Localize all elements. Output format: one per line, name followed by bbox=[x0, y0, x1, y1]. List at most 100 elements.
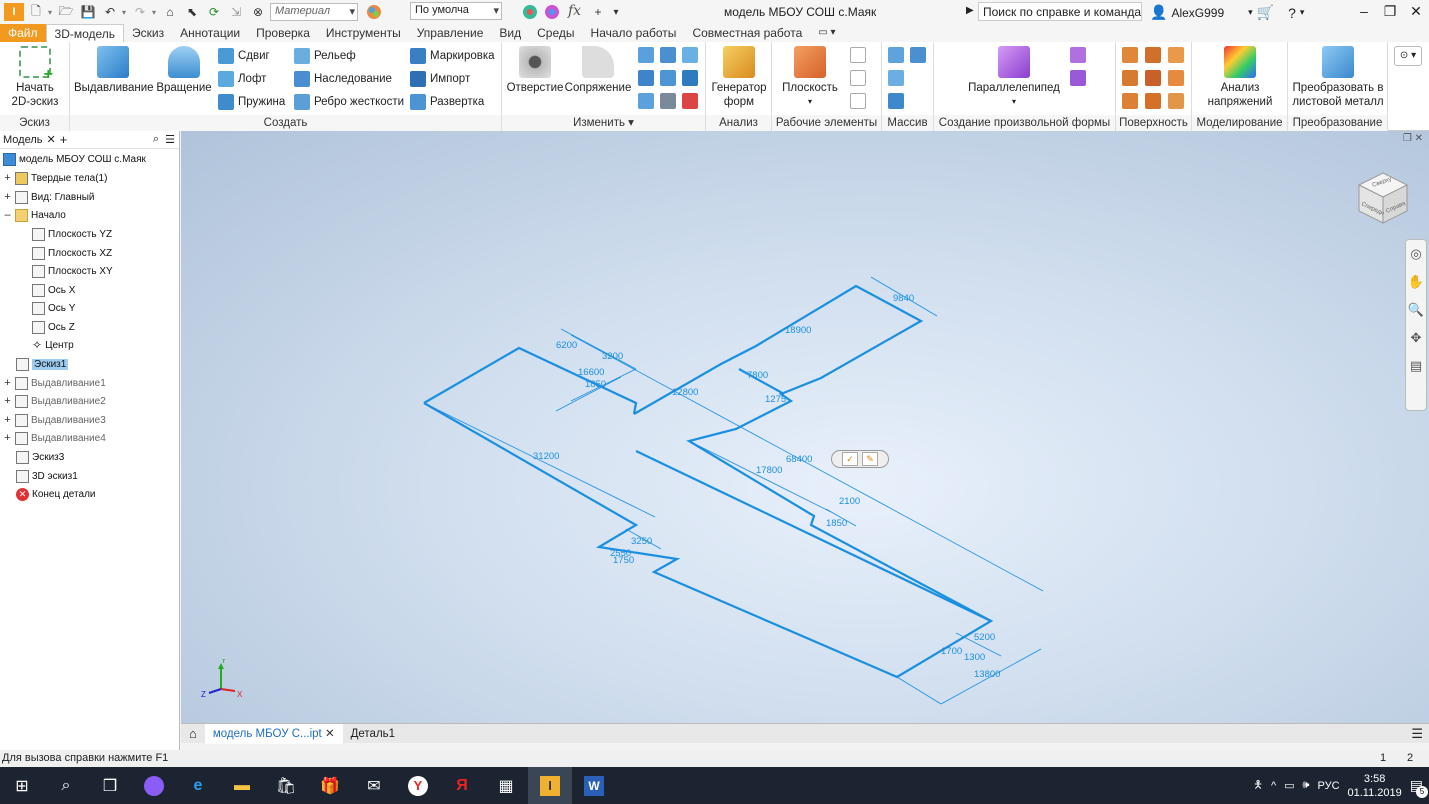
ruled-icon[interactable] bbox=[1168, 70, 1184, 86]
mail-icon[interactable]: ✉ bbox=[352, 767, 396, 804]
explorer-icon[interactable]: ▬ bbox=[220, 767, 264, 804]
undo-icon[interactable]: ↶ bbox=[100, 3, 120, 21]
tab-file[interactable]: Файл bbox=[0, 24, 46, 42]
new-file-icon[interactable]: 🗋 bbox=[26, 3, 46, 21]
expand-icon[interactable]: + bbox=[3, 377, 12, 389]
user-account[interactable]: 👤 AlexG999 ▾ 🛒 ? ▾ bbox=[1150, 4, 1304, 21]
help-icon[interactable]: ? bbox=[1288, 5, 1296, 21]
expand-icon[interactable]: + bbox=[3, 172, 12, 184]
store-icon[interactable]: 🛍 bbox=[264, 767, 308, 804]
material-select[interactable]: Материал bbox=[270, 3, 358, 21]
volume-icon[interactable]: 🕪 bbox=[1303, 779, 1310, 792]
tab-collaborate[interactable]: Совместная работа bbox=[684, 24, 810, 42]
collapse-icon[interactable]: – bbox=[3, 209, 12, 221]
open-file-icon[interactable]: 🗁 bbox=[56, 3, 76, 21]
thread-icon[interactable] bbox=[638, 70, 654, 86]
clear-override-icon[interactable] bbox=[542, 3, 562, 21]
rib-button[interactable]: Ребро жесткости bbox=[294, 92, 404, 112]
combine-icon[interactable] bbox=[682, 70, 698, 86]
delete-face-icon[interactable] bbox=[682, 93, 698, 109]
tab-3d-model[interactable]: 3D-модель bbox=[45, 24, 125, 42]
zoom-icon[interactable]: 🔍 bbox=[1406, 296, 1426, 324]
tree-item-origin[interactable]: – Начало bbox=[3, 206, 66, 224]
tree-item-axis-z[interactable]: Ось Z bbox=[32, 318, 75, 336]
tree-item-end-of-part[interactable]: ✕ Конец детали bbox=[16, 485, 96, 503]
tree-item-plane-xz[interactable]: Плоскость XZ bbox=[32, 244, 112, 262]
minimize-icon[interactable]: – bbox=[1351, 0, 1377, 22]
tree-item-sketch1[interactable]: Эскиз1 bbox=[16, 355, 69, 373]
undo-dropdown-icon[interactable]: ▾ bbox=[122, 8, 128, 17]
shell-icon[interactable] bbox=[660, 47, 676, 63]
orbit-icon[interactable]: ✥ bbox=[1406, 324, 1426, 352]
unwrap-button[interactable]: Развертка bbox=[410, 92, 484, 112]
box-button[interactable]: Параллелепипед ▾ bbox=[954, 46, 1074, 109]
convert-sheet-metal-button[interactable]: Преобразовать в листовой металл bbox=[1290, 46, 1386, 109]
tab-view[interactable]: Вид bbox=[491, 24, 529, 42]
tab-manage[interactable]: Управление bbox=[409, 24, 492, 42]
tab-sketch[interactable]: Эскиз bbox=[124, 24, 172, 42]
tree-item-plane-xy[interactable]: Плоскость XY bbox=[32, 262, 113, 280]
start-sketch-button[interactable]: + Начать 2D-эскиз bbox=[4, 46, 66, 109]
circ-pattern-icon[interactable] bbox=[888, 70, 904, 86]
doc-tab-model[interactable]: модель МБОУ С...ipt ✕ bbox=[204, 723, 343, 744]
ribbon-expand-icon[interactable]: ⊙ ▾ bbox=[1394, 46, 1422, 66]
help-search-input[interactable]: Поиск по справке и командам bbox=[978, 2, 1142, 21]
notifications-icon[interactable]: ▤ 5 bbox=[1410, 777, 1428, 798]
cortana-icon[interactable] bbox=[132, 767, 176, 804]
ucs-icon[interactable] bbox=[850, 93, 866, 109]
shape-generator-button[interactable]: Генератор форм bbox=[708, 46, 770, 109]
browser-search-icon[interactable]: ⌕ bbox=[153, 133, 159, 146]
browser-add-icon[interactable]: + bbox=[60, 132, 68, 147]
browser-tab-model[interactable]: Модель bbox=[3, 134, 42, 146]
doc-tab-close-icon[interactable]: ✕ bbox=[325, 728, 335, 740]
split-icon[interactable] bbox=[660, 70, 676, 86]
gift-icon[interactable]: 🎁 bbox=[308, 767, 352, 804]
plus-icon[interactable]: + bbox=[588, 3, 608, 21]
ribbon-options-icon[interactable]: ▭ ▾ bbox=[810, 24, 843, 42]
patch-icon[interactable] bbox=[1145, 47, 1161, 63]
sketch-pattern-icon[interactable] bbox=[888, 93, 904, 109]
select-icon[interactable]: ⬉ bbox=[182, 3, 202, 21]
import-button[interactable]: Импорт bbox=[410, 69, 470, 89]
appearance-select[interactable]: По умолча bbox=[410, 2, 502, 20]
no-icon[interactable]: ⊗ bbox=[248, 3, 268, 21]
expand-icon[interactable]: + bbox=[3, 191, 12, 203]
steering-wheel-icon[interactable]: ◎ bbox=[1406, 240, 1426, 268]
stitch-icon[interactable] bbox=[1122, 47, 1138, 63]
cart-icon[interactable]: 🛒 bbox=[1257, 4, 1274, 21]
replace-face-icon[interactable] bbox=[660, 93, 676, 109]
sketch-return-icon[interactable]: ✎ bbox=[862, 452, 878, 466]
viewport-restore-icon[interactable]: ❐ ✕ bbox=[1403, 133, 1423, 144]
redo-dropdown-icon[interactable]: ▾ bbox=[152, 8, 158, 17]
expand-icon[interactable]: + bbox=[3, 395, 12, 407]
tree-item-3d-sketch1[interactable]: 3D эскиз1 bbox=[16, 467, 78, 485]
tree-item-axis-y[interactable]: Ось Y bbox=[32, 299, 75, 317]
people-icon[interactable]: 🯅 bbox=[1253, 776, 1263, 795]
loft-button[interactable]: Лофт bbox=[218, 69, 266, 89]
stress-analysis-button[interactable]: Анализ напряжений bbox=[1198, 46, 1282, 109]
mirror-icon[interactable] bbox=[910, 47, 926, 63]
inventor-taskbar-icon[interactable]: I bbox=[528, 767, 572, 804]
tray-expand-icon[interactable]: ^ bbox=[1271, 780, 1276, 792]
doc-tab-detail1[interactable]: Деталь1 bbox=[343, 724, 403, 744]
tree-item-extrude1[interactable]: + Выдавливание1 bbox=[3, 374, 106, 392]
panel-modify-label[interactable]: Изменить ▾ bbox=[502, 115, 705, 131]
fx-button[interactable]: fx bbox=[568, 3, 581, 19]
emboss-button[interactable]: Рельеф bbox=[294, 46, 356, 66]
qat-customize-icon[interactable]: ▾ bbox=[606, 3, 626, 21]
graphics-window[interactable]: 9840 18900 6200 3200 16600 1850 7800 128… bbox=[181, 131, 1429, 723]
rect-pattern-icon[interactable] bbox=[888, 47, 904, 63]
extend-icon[interactable] bbox=[1145, 70, 1161, 86]
word-icon[interactable]: W bbox=[572, 767, 616, 804]
tab-inspect[interactable]: Проверка bbox=[248, 24, 318, 42]
restore-icon[interactable]: ❐ bbox=[1377, 0, 1403, 22]
tab-environments[interactable]: Среды bbox=[529, 24, 582, 42]
chamfer-icon[interactable] bbox=[638, 47, 654, 63]
coil-button[interactable]: Пружина bbox=[218, 92, 285, 112]
measure-icon[interactable]: ⇲ bbox=[226, 3, 246, 21]
tree-item-solid-bodies[interactable]: + Твердые тела(1) bbox=[3, 169, 107, 187]
revolve-button[interactable]: Вращение bbox=[154, 46, 214, 95]
expand-icon[interactable]: + bbox=[3, 432, 12, 444]
tab-tools[interactable]: Инструменты bbox=[318, 24, 409, 42]
start-icon[interactable]: ⊞ bbox=[0, 767, 44, 804]
